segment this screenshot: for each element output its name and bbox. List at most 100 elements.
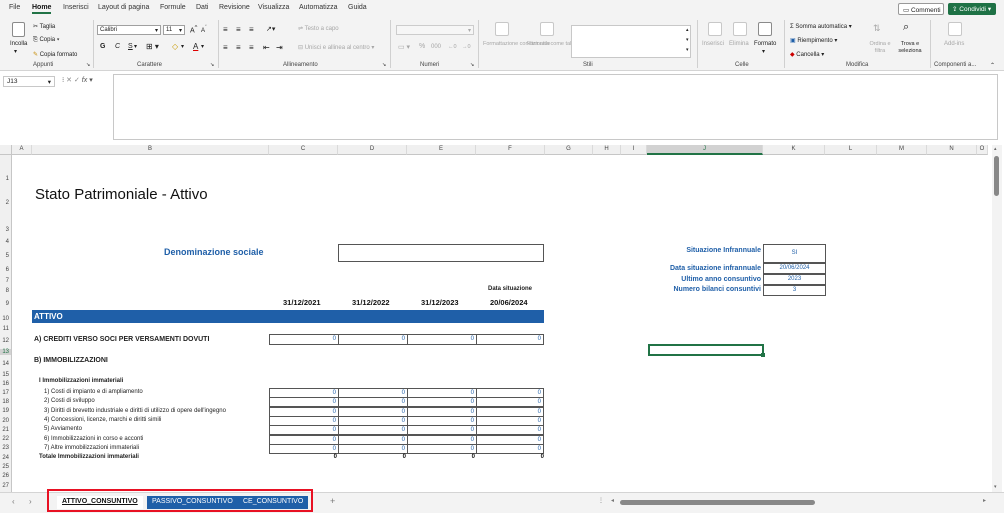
immateriali-cell[interactable]: 0: [338, 443, 408, 454]
row-header[interactable]: 24: [0, 455, 12, 461]
italic-button[interactable]: C: [115, 43, 120, 50]
font-name-select[interactable]: Calibri ▾: [97, 25, 161, 35]
row-header[interactable]: 12: [0, 338, 12, 344]
row-header[interactable]: 6: [0, 267, 12, 273]
enter-icon[interactable]: ✓: [74, 77, 82, 84]
column-header[interactable]: E: [407, 145, 476, 155]
insert-function-icon[interactable]: fx: [82, 77, 87, 84]
infrannuale-value[interactable]: SI: [763, 244, 826, 263]
tab-data[interactable]: Dati: [196, 4, 208, 11]
borders-icon[interactable]: ⊞ ▾: [146, 42, 159, 51]
row-header[interactable]: 14: [0, 361, 12, 367]
cancel-icon[interactable]: ✕: [66, 77, 74, 84]
collapse-ribbon-icon[interactable]: ⌃: [990, 62, 995, 69]
row-header[interactable]: 13: [0, 349, 12, 355]
font-color-dropdown-icon[interactable]: ▾: [201, 43, 204, 50]
tab-file[interactable]: File: [9, 4, 20, 11]
tab-review[interactable]: Revisione: [219, 4, 250, 11]
tab-formulas[interactable]: Formule: [160, 4, 186, 11]
more-tabs-icon[interactable]: ⋮: [598, 497, 604, 504]
increase-indent-icon[interactable]: ⇥: [276, 43, 283, 52]
row-header[interactable]: 26: [0, 473, 12, 479]
crediti-cell[interactable]: 0: [407, 334, 477, 345]
column-header[interactable]: O: [977, 145, 988, 155]
column-header[interactable]: I: [621, 145, 647, 155]
row-header[interactable]: 9: [0, 301, 12, 307]
crediti-cell[interactable]: 0: [338, 334, 408, 345]
numero-bilanci-value[interactable]: 3: [763, 285, 826, 296]
row-header[interactable]: 18: [0, 399, 12, 405]
column-header[interactable]: H: [593, 145, 621, 155]
sort-filter-button[interactable]: Ordina e filtra: [868, 41, 892, 55]
row-header[interactable]: 7: [0, 278, 12, 284]
align-right-icon[interactable]: ≡: [249, 43, 254, 52]
comments-button[interactable]: ▭ Commenti: [898, 3, 944, 15]
number-launcher-icon[interactable]: ↘: [470, 62, 474, 68]
ultimo-anno-value[interactable]: 2023: [763, 274, 826, 285]
cut-button[interactable]: ✂ Taglia: [33, 23, 55, 30]
paste-button[interactable]: Incolla: [10, 41, 27, 47]
column-header[interactable]: K: [763, 145, 825, 155]
column-header[interactable]: L: [825, 145, 877, 155]
format-painter-button[interactable]: ✎ Copia formato: [33, 51, 77, 58]
sheet-tab-ce[interactable]: CE_CONSUNTIVO: [238, 496, 309, 509]
underline-button[interactable]: S: [128, 43, 133, 50]
align-center-icon[interactable]: ≡: [236, 43, 241, 52]
increase-font-icon[interactable]: A^: [190, 25, 197, 34]
column-header[interactable]: D: [338, 145, 407, 155]
format-dropdown-icon[interactable]: ▾: [762, 48, 765, 55]
wrap-text-button[interactable]: ⇌ Testo a capo: [298, 25, 339, 32]
percent-button[interactable]: %: [419, 43, 425, 50]
merge-center-button[interactable]: ⊟ Unisci e allinea al centro ▾: [298, 44, 374, 51]
row-header[interactable]: 25: [0, 464, 12, 470]
gallery-down-icon[interactable]: ▾: [686, 37, 689, 43]
font-color-icon[interactable]: A: [193, 42, 198, 51]
column-header[interactable]: B: [32, 145, 269, 155]
column-header[interactable]: F: [476, 145, 545, 155]
decrease-decimal-icon[interactable]: →0: [462, 44, 471, 50]
prev-sheet-icon[interactable]: ‹: [12, 497, 15, 506]
fill-button[interactable]: ▣ Riempimento ▾: [790, 37, 837, 44]
crediti-cell[interactable]: 0: [476, 334, 544, 345]
column-header[interactable]: N: [927, 145, 977, 155]
row-header[interactable]: 15: [0, 372, 12, 378]
decrease-font-icon[interactable]: Aˇ: [201, 25, 207, 34]
align-left-icon[interactable]: ≡: [223, 43, 228, 52]
orientation-icon[interactable]: ↗▾: [266, 25, 275, 33]
clipboard-launcher-icon[interactable]: ↘: [86, 62, 90, 68]
row-header[interactable]: 3: [0, 227, 12, 233]
row-header[interactable]: 2: [0, 200, 12, 206]
tab-page-layout[interactable]: Layout di pagina: [98, 4, 149, 11]
vertical-scroll-thumb[interactable]: [994, 156, 999, 196]
cell-styles-gallery[interactable]: [571, 25, 691, 58]
tab-help[interactable]: Guida: [348, 4, 367, 11]
sheet-tab-passivo[interactable]: PASSIVO_CONSUNTIVO: [147, 496, 238, 509]
tab-insert[interactable]: Inserisci: [63, 4, 89, 11]
thousands-button[interactable]: 000: [431, 44, 441, 50]
crediti-cell[interactable]: 0: [269, 334, 339, 345]
row-header[interactable]: 10: [0, 316, 12, 322]
bold-button[interactable]: G: [100, 43, 105, 50]
row-header[interactable]: 19: [0, 408, 12, 414]
row-header[interactable]: 21: [0, 427, 12, 433]
tab-automate[interactable]: Automatizza: [299, 4, 338, 11]
gallery-more-icon[interactable]: ▾: [686, 47, 689, 53]
autosum-button[interactable]: Σ Somma automatica ▾: [790, 23, 852, 30]
format-cells-button[interactable]: Formato: [754, 41, 776, 47]
scroll-up-icon[interactable]: ▴: [994, 146, 997, 152]
gallery-up-icon[interactable]: ▴: [686, 27, 689, 33]
row-header[interactable]: 4: [0, 239, 12, 245]
decrease-indent-icon[interactable]: ⇤: [263, 43, 270, 52]
hscroll-right-icon[interactable]: ▸: [983, 497, 986, 504]
underline-dropdown-icon[interactable]: ▾: [134, 43, 137, 50]
align-bottom-icon[interactable]: ≡: [249, 25, 254, 34]
add-sheet-button[interactable]: +: [330, 496, 335, 506]
immateriali-cell[interactable]: 0: [269, 443, 339, 454]
next-sheet-icon[interactable]: ›: [29, 497, 32, 506]
align-top-icon[interactable]: ≡: [223, 25, 228, 34]
font-size-select[interactable]: 11 ▾: [163, 25, 185, 35]
row-header[interactable]: 16: [0, 381, 12, 387]
hscroll-left-icon[interactable]: ◂: [611, 497, 614, 504]
addins-button[interactable]: Add-ins: [944, 41, 964, 47]
tab-home[interactable]: Home: [32, 4, 52, 14]
